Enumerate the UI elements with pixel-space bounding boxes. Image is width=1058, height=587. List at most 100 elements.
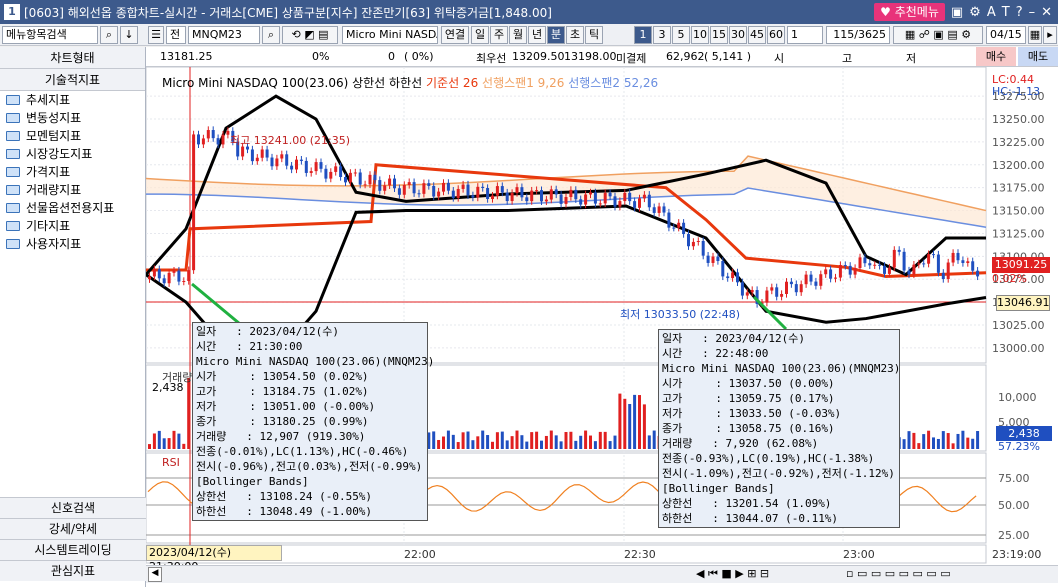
volume-bar	[618, 393, 622, 449]
search-icon[interactable]: ⌕	[262, 26, 280, 44]
period-button-1[interactable]: 주	[490, 26, 508, 44]
interval-button-3[interactable]: 3	[653, 26, 671, 44]
all-select[interactable]: 전	[166, 26, 186, 44]
candle-body	[226, 130, 230, 135]
volume-bar	[584, 430, 588, 449]
volume-bar	[917, 443, 921, 449]
indicator-folder-2[interactable]: 모멘텀지표	[0, 127, 145, 145]
period-button-0[interactable]: 일	[471, 26, 489, 44]
candle-body	[309, 171, 313, 173]
period-button-3[interactable]: 년	[528, 26, 546, 44]
indicator-folder-0[interactable]: 추세지표	[0, 91, 145, 109]
indicator-folder-5[interactable]: 거래량지표	[0, 181, 145, 199]
volume-bar	[946, 433, 950, 449]
indicator-folder-3[interactable]: 시장강도지표	[0, 145, 145, 163]
interval-button-60[interactable]: 60	[767, 26, 785, 44]
down-arrow-icon[interactable]: ↓	[120, 26, 138, 44]
candle-body	[711, 256, 715, 263]
indicator-folder-8[interactable]: 사용자지표	[0, 235, 145, 253]
help-icon[interactable]: ?	[1016, 5, 1023, 20]
sidebar-bottom-item-3[interactable]: 관심지표	[0, 560, 146, 581]
chart-area[interactable]: 13275.00 13250.00 13225.00 13200.00 13175.00…	[146, 67, 1058, 587]
zoom-controls[interactable]: ▫ ▭ ▭ ▭ ▭ ▭ ▭ ▭	[846, 567, 1046, 582]
interval-button-1[interactable]: 1	[634, 26, 652, 44]
interval-button-45[interactable]: 45	[748, 26, 766, 44]
candle-body	[584, 194, 588, 205]
minimize-icon[interactable]: –	[1029, 5, 1036, 20]
candle-body	[966, 261, 970, 264]
volume-bar	[554, 435, 558, 449]
candle-body	[731, 272, 735, 279]
text-icon[interactable]: T	[1002, 5, 1010, 20]
sidebar-bottom-item-0[interactable]: 신호검색	[0, 497, 146, 518]
volume-bar	[932, 437, 935, 449]
buy-button[interactable]: 매수	[976, 47, 1016, 66]
candle-body	[314, 162, 318, 172]
period-button-4[interactable]: 분	[547, 26, 565, 44]
symbol-input[interactable]: MNQM23	[188, 26, 260, 44]
font-size-icon[interactable]: A	[987, 5, 996, 20]
candle-body	[922, 263, 926, 265]
candle-body	[603, 192, 607, 204]
volume-bar	[182, 443, 186, 449]
chart-tools[interactable]: ▦ ☍ ▣ ▤ ⚙	[893, 26, 983, 44]
candle-body	[593, 192, 597, 204]
close-icon[interactable]: ✕	[1041, 5, 1052, 20]
indicator-folder-label: 거래량지표	[26, 183, 82, 197]
volume-bar	[486, 435, 490, 449]
volume-bar	[520, 435, 524, 449]
interval-button-5[interactable]: 5	[672, 26, 690, 44]
folder-icon	[6, 185, 20, 195]
expand-icon[interactable]: ▸	[1043, 26, 1057, 44]
volume-bar	[177, 433, 181, 449]
sidebar-bottom-item-2[interactable]: 시스템트레이딩	[0, 539, 146, 560]
menu-search-input[interactable]: 메뉴항목검색	[2, 26, 98, 44]
technical-indicator-header[interactable]: 기술적지표	[0, 69, 145, 91]
calendar-icon[interactable]: ▦	[1028, 26, 1042, 44]
indicator-folder-4[interactable]: 가격지표	[0, 163, 145, 181]
search-icon[interactable]: ⌕	[100, 26, 118, 44]
indicator-folder-label: 선물옵션전용지표	[26, 201, 115, 215]
indicator-folder-label: 사용자지표	[26, 237, 82, 251]
interval-button-30[interactable]: 30	[729, 26, 747, 44]
volume-bar	[603, 431, 607, 449]
count-select[interactable]: 1	[787, 26, 823, 44]
volume-bar	[598, 431, 602, 449]
candle-body	[393, 178, 396, 189]
candle-body	[461, 184, 465, 189]
candle-body	[505, 192, 509, 202]
link-button[interactable]: 연결	[441, 26, 469, 44]
recommend-menu-button[interactable]: ♥ 추천메뉴	[874, 3, 945, 21]
screen-icon[interactable]: ▣	[951, 5, 963, 20]
sidebar-bottom-item-1[interactable]: 강세/약세	[0, 518, 146, 539]
gear-icon[interactable]: ⚙	[969, 5, 981, 20]
scroll-left-icon[interactable]: ◀	[148, 567, 162, 582]
sell-button[interactable]: 매도	[1018, 47, 1058, 66]
chart-scrollbar[interactable]: ◀ ◀ ⏮ ■ ▶ ⊞ ⊟ ▫ ▭ ▭ ▭ ▭ ▭ ▭ ▭	[146, 565, 1058, 583]
chart-type-header[interactable]: 차트형태	[0, 47, 145, 69]
candle-body	[255, 157, 259, 162]
marker-price-badge: 13046.91	[996, 295, 1050, 311]
volume-bar	[902, 439, 906, 449]
period-button-2[interactable]: 월	[509, 26, 527, 44]
interval-button-10[interactable]: 10	[691, 26, 709, 44]
playback-controls[interactable]: ◀ ⏮ ■ ▶ ⊞ ⊟	[696, 567, 836, 582]
interval-button-15[interactable]: 15	[710, 26, 728, 44]
date-input[interactable]: 04/15	[986, 26, 1026, 44]
candle-body	[642, 194, 646, 199]
candle-body	[304, 160, 308, 173]
volume-bar	[535, 431, 539, 449]
candle-body	[427, 183, 431, 186]
indicator-folder-6[interactable]: 선물옵션전용지표	[0, 199, 145, 217]
indicator-folder-1[interactable]: 변동성지표	[0, 109, 145, 127]
period-button-6[interactable]: 틱	[585, 26, 603, 44]
toolbar-tools[interactable]: ⟲ ◩ ▤	[282, 26, 338, 44]
chart-menu-icon[interactable]: ☰	[148, 26, 164, 44]
candle-body	[809, 274, 813, 282]
indicator-folder-7[interactable]: 기타지표	[0, 217, 145, 235]
candle-body	[451, 190, 455, 198]
candle-body	[687, 234, 690, 247]
candle-body	[868, 263, 872, 266]
candle-body	[589, 192, 592, 195]
period-button-5[interactable]: 초	[566, 26, 584, 44]
